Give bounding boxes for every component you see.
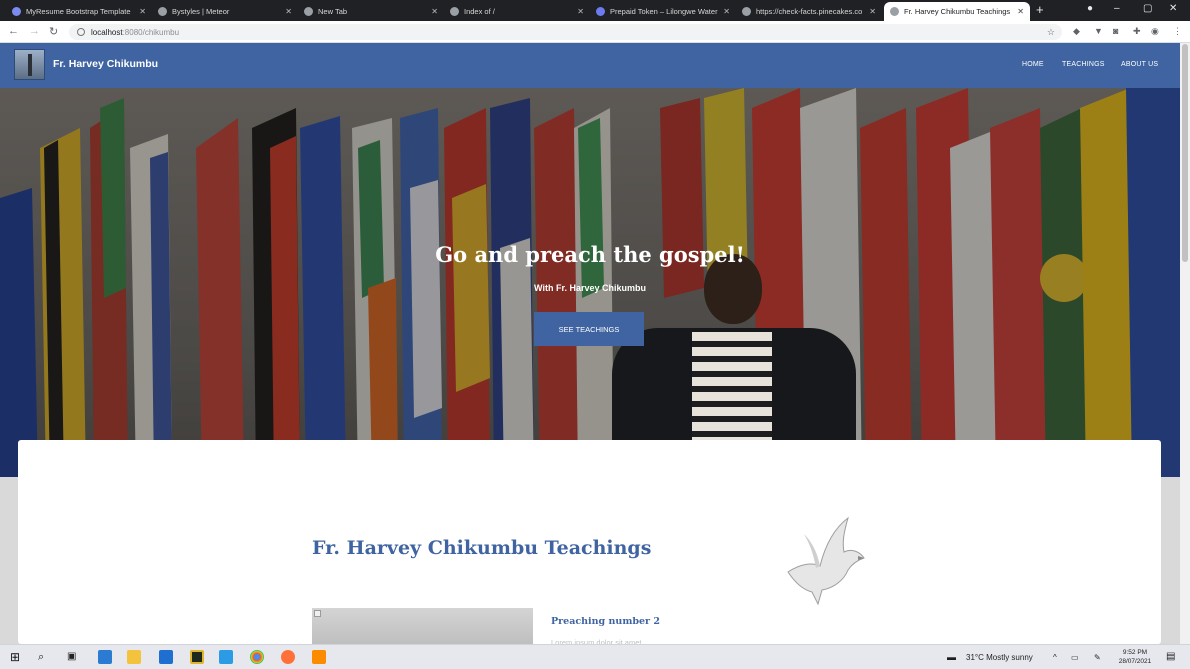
bookmark-star-icon[interactable]: ☆ — [1047, 27, 1055, 38]
xampp-icon[interactable] — [312, 650, 326, 664]
taskbar-clock[interactable]: 9:52 PM 28/07/2021 — [1110, 648, 1160, 666]
browser-tab-strip: MyResume Bootstrap Template ✕ Bystyles |… — [0, 0, 1190, 21]
sublime-icon[interactable] — [190, 650, 204, 664]
browser-tab[interactable]: New Tab ✕ — [298, 2, 444, 21]
see-teachings-button[interactable]: SEE TEACHINGS — [534, 312, 644, 346]
network-icon[interactable]: ▭ — [1071, 653, 1079, 662]
nav-link-about[interactable]: ABOUT US — [1121, 61, 1158, 68]
section-title: Fr. Harvey Chikumbu Teachings — [312, 537, 652, 559]
close-tab-icon[interactable]: ✕ — [285, 7, 292, 16]
new-tab-button[interactable]: + — [1036, 3, 1044, 17]
broken-image-icon — [314, 610, 321, 617]
chrome-icon[interactable] — [250, 650, 264, 664]
windows-start-icon[interactable]: ⊞ — [10, 650, 24, 664]
close-tab-icon[interactable]: ✕ — [139, 7, 146, 16]
browser-tab[interactable]: Prepaid Token – Lilongwe Water ✕ — [590, 2, 736, 21]
favicon-icon — [890, 7, 899, 16]
firefox-icon[interactable] — [281, 650, 295, 664]
brand-name[interactable]: Fr. Harvey Chikumbu — [53, 58, 158, 70]
close-tab-icon[interactable]: ✕ — [431, 7, 438, 16]
profile-icon[interactable]: ● — [1087, 3, 1093, 14]
close-tab-icon[interactable]: ✕ — [723, 7, 730, 16]
post-title[interactable]: Preaching number 2 — [551, 616, 660, 627]
browser-tab[interactable]: Index of / ✕ — [444, 2, 590, 21]
browser-tab[interactable]: https://check-facts.pinecakes.co ✕ — [736, 2, 882, 21]
task-view-icon[interactable]: ▣ — [67, 650, 81, 664]
favicon-icon — [450, 7, 459, 16]
dove-icon — [787, 516, 865, 606]
vscode-icon[interactable] — [98, 650, 112, 664]
hero-section: Go and preach the gospel! With Fr. Harve… — [0, 88, 1180, 477]
favicon-icon — [158, 7, 167, 16]
pen-icon[interactable]: ✎ — [1094, 653, 1101, 662]
store-icon[interactable] — [219, 650, 233, 664]
tray-chevron-icon[interactable]: ^ — [1053, 653, 1057, 662]
filter-icon[interactable]: ▼ — [1094, 26, 1103, 36]
reload-icon[interactable]: ↻ — [49, 25, 58, 38]
browser-toolbar: ← → ↻ localhost:8080/chikumbu ☆ ◆ ▼ ◙ ✚ … — [0, 21, 1190, 43]
hero-title: Go and preach the gospel! — [435, 242, 745, 267]
puzzle-icon[interactable]: ✚ — [1133, 26, 1141, 37]
maximize-button[interactable]: ▢ — [1143, 3, 1152, 14]
weather-icon: ▬ — [947, 652, 956, 662]
taskbar: ⊞ ⌕ ▣ ▬ 31°C Mostly sunny ^ ▭ ✎ 9:52 PM … — [0, 644, 1190, 669]
extension-icon[interactable]: ◆ — [1073, 26, 1080, 37]
back-icon[interactable]: ← — [8, 25, 19, 37]
weather-text[interactable]: 31°C Mostly sunny — [966, 653, 1033, 662]
nav-link-teachings[interactable]: TEACHINGS — [1062, 61, 1105, 68]
browser-tab[interactable]: Bystyles | Meteor ✕ — [152, 2, 298, 21]
camera-icon[interactable]: ◙ — [1113, 26, 1118, 36]
close-window-button[interactable]: ✕ — [1169, 3, 1177, 14]
post-thumbnail[interactable] — [312, 608, 533, 644]
menu-icon[interactable]: ⋮ — [1173, 26, 1182, 37]
favicon-icon — [304, 7, 313, 16]
favicon-icon — [12, 7, 21, 16]
nav-link-home[interactable]: HOME — [1022, 61, 1044, 68]
close-tab-icon[interactable]: ✕ — [869, 7, 876, 16]
search-icon[interactable]: ⌕ — [38, 650, 52, 664]
browser-tab-active[interactable]: Fr. Harvey Chikumbu Teachings ✕ — [884, 2, 1030, 21]
brand-logo[interactable] — [14, 49, 45, 80]
minimize-button[interactable]: – — [1114, 3, 1120, 14]
scrollbar-thumb[interactable] — [1182, 44, 1188, 262]
favicon-icon — [596, 7, 605, 16]
forward-icon[interactable]: → — [29, 25, 40, 37]
file-explorer-icon[interactable] — [127, 650, 141, 664]
site-navbar: Fr. Harvey Chikumbu HOME TEACHINGS ABOUT… — [0, 43, 1180, 88]
browser-tab[interactable]: MyResume Bootstrap Template ✕ — [6, 2, 152, 21]
close-tab-icon[interactable]: ✕ — [1017, 7, 1024, 16]
favicon-icon — [742, 7, 751, 16]
site-info-icon[interactable] — [77, 28, 85, 36]
address-bar[interactable]: localhost:8080/chikumbu ☆ — [69, 24, 1062, 40]
close-tab-icon[interactable]: ✕ — [577, 7, 584, 16]
mail-icon[interactable] — [159, 650, 173, 664]
avatar[interactable]: ◉ — [1151, 26, 1159, 37]
hero-subtitle: With Fr. Harvey Chikumbu — [534, 283, 646, 293]
notifications-icon[interactable]: ▤ — [1166, 651, 1175, 662]
